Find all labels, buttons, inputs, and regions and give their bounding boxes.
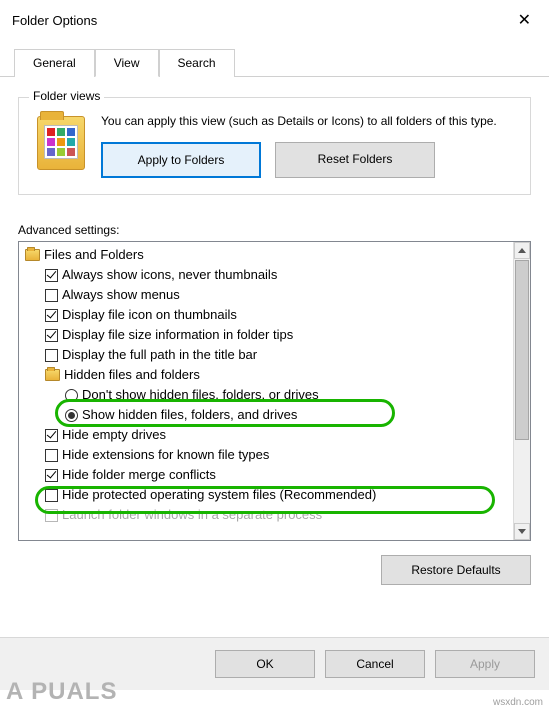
folder-small-icon <box>25 249 40 261</box>
tree-hidden-group: Hidden files and folders <box>23 365 509 385</box>
tree-content: Files and Folders Always show icons, nev… <box>19 242 513 540</box>
folder-views-title: Folder views <box>29 89 104 103</box>
option-label: Show hidden files, folders, and drives <box>82 405 297 425</box>
tab-strip: General View Search <box>0 48 549 77</box>
checkbox-icon[interactable] <box>45 329 58 342</box>
window-title: Folder Options <box>12 13 97 28</box>
folder-views-description: You can apply this view (such as Details… <box>101 112 518 130</box>
option-label: Hide folder merge conflicts <box>62 465 216 485</box>
checkbox-icon[interactable] <box>45 429 58 442</box>
checkbox-icon[interactable] <box>45 469 58 482</box>
checkbox-icon[interactable] <box>45 509 58 522</box>
opt-hide-merge-conflicts[interactable]: Hide folder merge conflicts <box>23 465 509 485</box>
option-label: Display file icon on thumbnails <box>62 305 237 325</box>
option-label: Don't show hidden files, folders, or dri… <box>82 385 319 405</box>
opt-display-file-size[interactable]: Display file size information in folder … <box>23 325 509 345</box>
opt-hide-extensions[interactable]: Hide extensions for known file types <box>23 445 509 465</box>
option-label: Display the full path in the title bar <box>62 345 257 365</box>
ok-button[interactable]: OK <box>215 650 315 678</box>
checkbox-icon[interactable] <box>45 489 58 502</box>
folder-views-group: Folder views You can apply this view (su… <box>18 97 531 195</box>
reset-folders-button[interactable]: Reset Folders <box>275 142 435 178</box>
opt-launch-separate-process[interactable]: Launch folder windows in a separate proc… <box>23 505 509 525</box>
option-label: Always show menus <box>62 285 180 305</box>
scroll-thumb[interactable] <box>515 260 529 440</box>
cancel-button[interactable]: Cancel <box>325 650 425 678</box>
close-icon[interactable]: ✕ <box>510 8 539 32</box>
folder-views-text: You can apply this view (such as Details… <box>101 112 518 178</box>
option-label: Hide extensions for known file types <box>62 445 269 465</box>
watermark-site: wsxdn.com <box>493 697 543 708</box>
apply-button[interactable]: Apply <box>435 650 535 678</box>
folder-icon <box>37 116 85 170</box>
opt-always-show-icons[interactable]: Always show icons, never thumbnails <box>23 265 509 285</box>
option-label: Display file size information in folder … <box>62 325 293 345</box>
watermark-logo: A PUALS <box>0 678 117 706</box>
opt-display-file-icon[interactable]: Display file icon on thumbnails <box>23 305 509 325</box>
restore-defaults-button[interactable]: Restore Defaults <box>381 555 531 585</box>
opt-hide-empty-drives[interactable]: Hide empty drives <box>23 425 509 445</box>
option-label: Hide protected operating system files (R… <box>62 485 376 505</box>
chevron-down-icon <box>518 529 526 534</box>
checkbox-icon[interactable] <box>45 289 58 302</box>
tree-root: Files and Folders <box>23 245 509 265</box>
titlebar: Folder Options ✕ <box>0 0 549 40</box>
checkbox-icon[interactable] <box>45 449 58 462</box>
tree-root-label: Files and Folders <box>44 245 144 265</box>
watermark-text: A PUALS <box>6 678 117 705</box>
advanced-tree: Files and Folders Always show icons, nev… <box>18 241 531 541</box>
radio-icon[interactable] <box>65 409 78 422</box>
tab-view[interactable]: View <box>95 49 159 77</box>
folder-small-icon <box>45 369 60 381</box>
option-label: Hide empty drives <box>62 425 166 445</box>
option-label: Always show icons, never thumbnails <box>62 265 277 285</box>
checkbox-icon[interactable] <box>45 309 58 322</box>
tab-search[interactable]: Search <box>159 49 235 77</box>
option-label: Launch folder windows in a separate proc… <box>62 505 322 525</box>
hidden-group-label: Hidden files and folders <box>64 365 200 385</box>
tab-content: Folder views You can apply this view (su… <box>0 77 549 595</box>
scroll-track[interactable] <box>514 259 530 523</box>
opt-hide-protected-os-files[interactable]: Hide protected operating system files (R… <box>23 485 509 505</box>
chevron-up-icon <box>518 248 526 253</box>
apply-to-folders-button[interactable]: Apply to Folders <box>101 142 261 178</box>
opt-show-hidden[interactable]: Show hidden files, folders, and drives <box>23 405 509 425</box>
checkbox-icon[interactable] <box>45 349 58 362</box>
tab-general[interactable]: General <box>14 49 95 77</box>
checkbox-icon[interactable] <box>45 269 58 282</box>
advanced-settings-label: Advanced settings: <box>18 223 531 237</box>
scroll-up-button[interactable] <box>514 242 530 259</box>
opt-always-show-menus[interactable]: Always show menus <box>23 285 509 305</box>
radio-icon[interactable] <box>65 389 78 402</box>
scroll-down-button[interactable] <box>514 523 530 540</box>
scrollbar[interactable] <box>513 242 530 540</box>
opt-dont-show-hidden[interactable]: Don't show hidden files, folders, or dri… <box>23 385 509 405</box>
opt-display-full-path[interactable]: Display the full path in the title bar <box>23 345 509 365</box>
